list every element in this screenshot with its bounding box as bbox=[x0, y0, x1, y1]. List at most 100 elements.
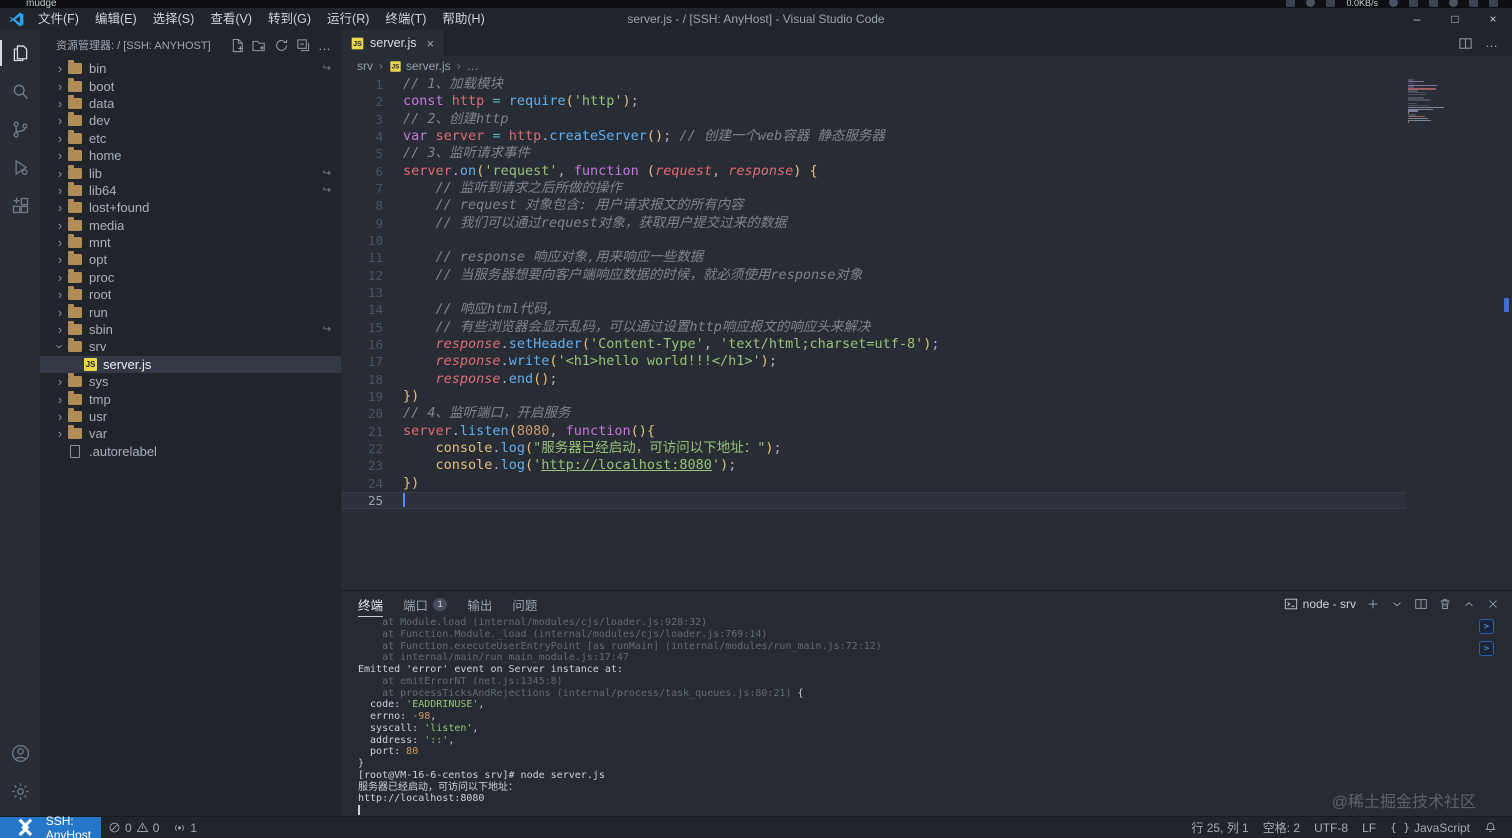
menu-item[interactable]: 编辑(E) bbox=[87, 12, 145, 26]
menu-item[interactable]: 帮助(H) bbox=[434, 12, 492, 26]
code-line[interactable]: 22 console.log("服务器已经启动，可访问以下地址："); bbox=[341, 440, 1406, 457]
code-line[interactable]: 16 response.setHeader('Content-Type', 't… bbox=[341, 336, 1406, 353]
source-control-activity-button[interactable] bbox=[0, 110, 40, 148]
menu-item[interactable]: 文件(F) bbox=[30, 12, 87, 26]
panel-tab[interactable]: 问题 bbox=[512, 591, 537, 617]
encoding[interactable]: UTF-8 bbox=[1307, 821, 1355, 835]
tab-close-icon[interactable]: × bbox=[427, 36, 435, 51]
explorer-activity-button[interactable] bbox=[0, 34, 40, 72]
tree-item-folder[interactable]: home bbox=[40, 147, 341, 164]
tree-item-folder[interactable]: etc bbox=[40, 129, 341, 147]
trash-icon[interactable] bbox=[1438, 597, 1452, 611]
language-mode[interactable]: { } JavaScript bbox=[1383, 821, 1477, 835]
terminal[interactable]: at Module.load (internal/modules/cjs/loa… bbox=[341, 617, 1512, 816]
code-line[interactable]: 2 const http = require('http'); bbox=[341, 93, 1406, 110]
code-line[interactable]: 24}) bbox=[341, 475, 1406, 492]
code-line[interactable]: 17 response.write('<h1>hello world!!!</h… bbox=[341, 353, 1406, 370]
tree-item-folder[interactable]: bin ↪ bbox=[40, 60, 341, 77]
menu-item[interactable]: 选择(S) bbox=[145, 12, 203, 26]
cursor-position[interactable]: 行 25, 列 1 bbox=[1184, 819, 1255, 836]
menu-item[interactable]: 终端(T) bbox=[377, 12, 434, 26]
tree-item-folder[interactable]: run bbox=[40, 303, 341, 320]
code-line[interactable]: 8 // request 对象包含: 用户请求报文的所有内容 bbox=[341, 197, 1406, 214]
code-line[interactable]: 6 server.on('request', function (request,… bbox=[341, 163, 1406, 180]
rerun-command-icon[interactable] bbox=[1479, 619, 1494, 634]
run-debug-activity-button[interactable] bbox=[0, 148, 40, 186]
maximize-button[interactable]: □ bbox=[1436, 8, 1474, 30]
remote-indicator[interactable]: SSH: AnyHost bbox=[0, 814, 102, 838]
chevron-down-icon[interactable] bbox=[1390, 597, 1404, 611]
tree-item-folder[interactable]: var bbox=[40, 425, 341, 442]
code-line[interactable]: 23 console.log('http://localhost:8080'); bbox=[341, 457, 1406, 474]
tree-item-folder[interactable]: data bbox=[40, 94, 341, 112]
code-line[interactable]: 5 // 3、监听请求事件 bbox=[341, 145, 1406, 162]
code-line[interactable]: 1 // 1、加载模块 bbox=[341, 76, 1406, 93]
breadcrumb-item[interactable]: srv bbox=[357, 59, 373, 73]
minimap[interactable] bbox=[1408, 79, 1472, 125]
panel-tab[interactable]: 端口 1 bbox=[403, 591, 448, 617]
code-line[interactable]: 11 // response 响应对象,用来响应一些数据 bbox=[341, 249, 1406, 266]
panel-tab[interactable]: 输出 bbox=[467, 591, 492, 617]
close-button[interactable]: × bbox=[1474, 8, 1512, 30]
search-activity-button[interactable] bbox=[0, 72, 40, 110]
tree-item-folder[interactable]: tmp bbox=[40, 390, 341, 407]
tree-item-folder[interactable]: lib64 ↪ bbox=[40, 181, 341, 199]
menu-item[interactable]: 查看(V) bbox=[202, 12, 260, 26]
tree-item-folder[interactable]: usr bbox=[40, 408, 341, 425]
code-line[interactable]: 19}) bbox=[341, 388, 1406, 405]
tree-item-file[interactable]: .autorelabel bbox=[40, 443, 341, 460]
code-line[interactable]: 3 // 2、创建http bbox=[341, 111, 1406, 128]
split-editor-icon[interactable] bbox=[1458, 36, 1473, 51]
tree-item-folder[interactable]: proc bbox=[40, 268, 341, 286]
code-line[interactable]: 20 // 4、监听端口，开启服务 bbox=[341, 405, 1406, 422]
tree-item-folder[interactable]: lib ↪ bbox=[40, 164, 341, 181]
breadcrumb-item[interactable]: … bbox=[467, 59, 479, 73]
minimize-button[interactable]: – bbox=[1398, 8, 1436, 30]
ports-indicator[interactable]: 1 bbox=[166, 817, 204, 838]
tab-server-js[interactable]: server.js × bbox=[341, 30, 446, 56]
tree-item-folder[interactable]: media bbox=[40, 216, 341, 234]
code-line[interactable]: 14 // 响应html代码, bbox=[341, 301, 1406, 318]
code-line[interactable]: 13 bbox=[341, 284, 1406, 301]
menu-item[interactable]: 运行(R) bbox=[319, 12, 377, 26]
code-line[interactable]: 18 response.end(); bbox=[341, 371, 1406, 388]
code-editor[interactable]: 1 // 1、加载模块 2 const http = require('http');… bbox=[341, 76, 1512, 590]
extensions-activity-button[interactable] bbox=[0, 186, 40, 224]
new-terminal-icon[interactable] bbox=[1366, 597, 1380, 611]
more-actions-icon[interactable] bbox=[1485, 34, 1498, 52]
rerun-command-icon[interactable] bbox=[1479, 641, 1494, 656]
code-line[interactable]: 9 // 我们可以通过request对象，获取用户提交过来的数据 bbox=[341, 215, 1406, 232]
tree-item-folder[interactable]: lost+found bbox=[40, 199, 341, 216]
code-line[interactable]: 7 // 监听到请求之后所做的操作 bbox=[341, 180, 1406, 197]
tree-item-folder[interactable]: dev bbox=[40, 112, 341, 129]
tree-item-file[interactable]: server.js bbox=[40, 355, 341, 374]
tree-item-folder[interactable]: mnt bbox=[40, 234, 341, 251]
notifications-bell[interactable] bbox=[1477, 821, 1504, 834]
tree-item-folder[interactable]: sys bbox=[40, 373, 341, 390]
tree-item-folder[interactable]: sbin ↪ bbox=[40, 321, 341, 338]
code-line[interactable]: 4 var server = http.createServer(); // 创建… bbox=[341, 128, 1406, 145]
breadcrumb-item[interactable]: server.js bbox=[406, 59, 451, 73]
refresh-icon[interactable] bbox=[274, 38, 289, 53]
tree-item-folder[interactable]: boot bbox=[40, 77, 341, 94]
tree-item-folder[interactable]: opt bbox=[40, 251, 341, 268]
collapse-all-icon[interactable] bbox=[296, 38, 311, 53]
new-folder-icon[interactable] bbox=[252, 38, 267, 53]
eol-sequence[interactable]: LF bbox=[1355, 821, 1383, 835]
more-actions-icon[interactable] bbox=[318, 38, 331, 53]
code-line[interactable]: 25 bbox=[341, 491, 1406, 510]
problems-indicator[interactable]: 0 0 bbox=[101, 817, 166, 838]
code-line[interactable]: 10 bbox=[341, 232, 1406, 249]
code-line[interactable]: 15 // 有些浏览器会显示乱码，可以通过设置http响应报文的响应头来解决 bbox=[341, 319, 1406, 336]
new-file-icon[interactable] bbox=[230, 38, 245, 53]
account-button[interactable] bbox=[0, 734, 40, 772]
code-line[interactable]: 12 // 当服务器想要向客户端响应数据的时候，就必须使用response对象 bbox=[341, 267, 1406, 284]
tree-item-folder[interactable]: srv bbox=[40, 338, 341, 355]
chevron-up-icon[interactable] bbox=[1462, 597, 1476, 611]
indentation[interactable]: 空格: 2 bbox=[1256, 819, 1307, 836]
terminal-profile-select[interactable]: node - srv bbox=[1284, 597, 1356, 611]
tree-item-folder[interactable]: root bbox=[40, 286, 341, 303]
settings-button[interactable] bbox=[0, 772, 40, 810]
code-line[interactable]: 21 server.listen(8080, function(){ bbox=[341, 423, 1406, 440]
panel-tab[interactable]: 终端 bbox=[358, 591, 383, 617]
